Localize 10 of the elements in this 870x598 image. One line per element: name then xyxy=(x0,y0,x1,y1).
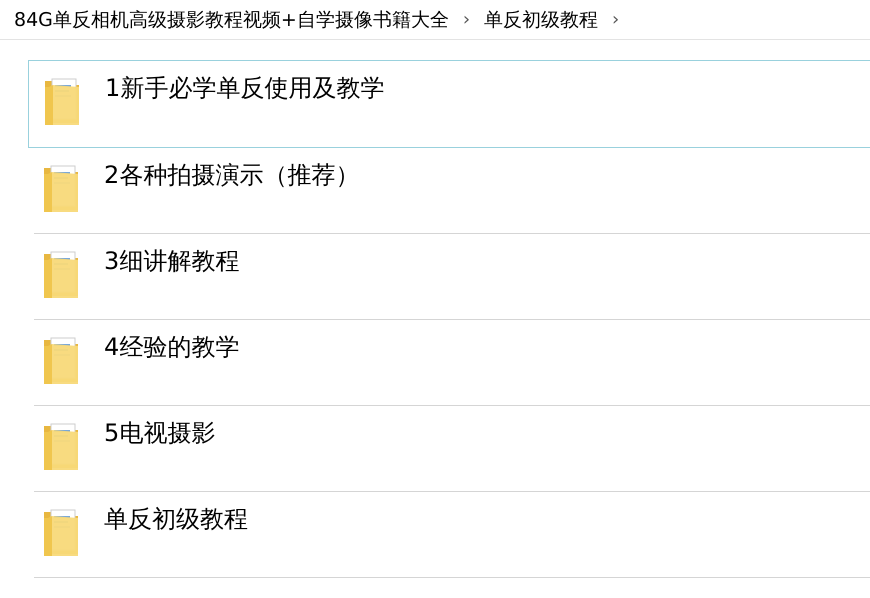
folder-item[interactable]: 1新手必学单反使用及教学 xyxy=(28,60,870,148)
folder-item[interactable]: 4经验的教学 xyxy=(34,320,870,406)
chevron-icon[interactable]: › xyxy=(450,9,482,30)
folder-item[interactable]: 2各种拍摄演示（推荐） xyxy=(34,148,870,234)
folder-item[interactable]: 3细讲解教程 xyxy=(34,234,870,320)
folder-item[interactable]: 5电视摄影 xyxy=(34,406,870,492)
chevron-icon[interactable]: › xyxy=(600,9,632,30)
breadcrumb-item[interactable]: 84G单反相机高级摄影教程视频+自学摄像书籍大全 xyxy=(12,6,451,32)
folder-item[interactable]: 单反初级教程 xyxy=(34,492,870,578)
breadcrumb-item[interactable]: 单反初级教程 xyxy=(482,6,600,32)
